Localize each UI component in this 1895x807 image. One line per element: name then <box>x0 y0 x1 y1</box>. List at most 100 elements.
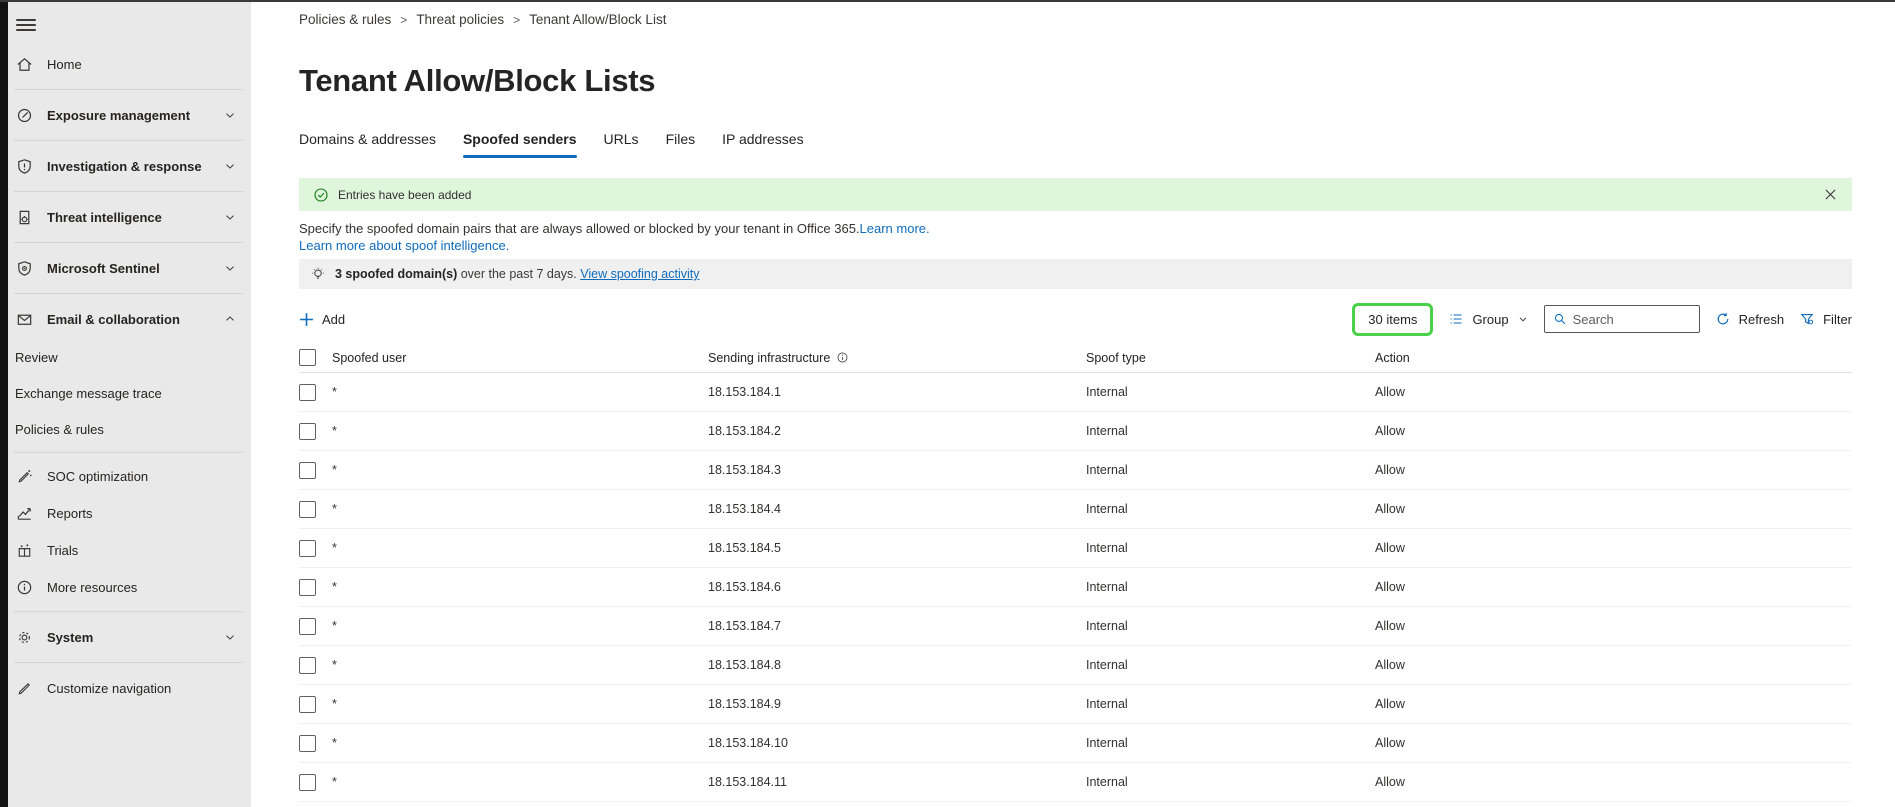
divider <box>14 611 243 612</box>
table-row[interactable]: * 18.153.184.5 Internal Allow <box>299 529 1852 568</box>
sentinel-shield-eye-icon <box>14 258 35 279</box>
learn-more-link[interactable]: Learn more. <box>860 221 930 236</box>
chevron-down-icon <box>223 108 237 122</box>
row-checkbox[interactable] <box>299 657 316 674</box>
table-row[interactable]: * 18.153.184.10 Internal Allow <box>299 724 1852 763</box>
column-header-spoof-type[interactable]: Spoof type <box>1086 351 1375 365</box>
column-header-action[interactable]: Action <box>1375 351 1852 365</box>
search-input[interactable] <box>1573 312 1683 327</box>
row-checkbox[interactable] <box>299 423 316 440</box>
spoofed-senders-table: Spoofed user Sending infrastructure Spoo… <box>299 343 1852 802</box>
info-icon[interactable] <box>836 351 849 364</box>
soc-optimization-icon <box>14 466 35 487</box>
breadcrumb: Policies & rules > Threat policies > Ten… <box>299 12 1852 27</box>
row-checkbox[interactable] <box>299 540 316 557</box>
select-all-checkbox[interactable] <box>299 349 316 366</box>
breadcrumb-threat-policies[interactable]: Threat policies <box>416 12 504 27</box>
tab-ip-addresses[interactable]: IP addresses <box>722 131 803 158</box>
breadcrumb-separator: > <box>513 13 520 27</box>
page-description: Specify the spoofed domain pairs that ar… <box>299 220 1852 254</box>
row-checkbox[interactable] <box>299 579 316 596</box>
table-row[interactable]: * 18.153.184.4 Internal Allow <box>299 490 1852 529</box>
sidebar-item-home[interactable]: Home <box>8 44 251 84</box>
sidebar-item-review[interactable]: Review <box>8 339 251 375</box>
table-row[interactable]: * 18.153.184.9 Internal Allow <box>299 685 1852 724</box>
highlight-annotation: 30 items <box>1352 303 1433 336</box>
table-header: Spoofed user Sending infrastructure Spoo… <box>299 343 1852 373</box>
description-text: Specify the spoofed domain pairs that ar… <box>299 221 860 236</box>
lightbulb-icon <box>310 266 326 282</box>
divider <box>14 191 243 192</box>
sidebar-item-email-collaboration[interactable]: Email & collaboration <box>8 299 251 339</box>
divider <box>14 242 243 243</box>
sidebar-item-trials[interactable]: Trials <box>8 532 251 569</box>
banner-message: Entries have been added <box>338 188 471 202</box>
group-button[interactable]: Group <box>1448 311 1528 327</box>
breadcrumb-separator: > <box>400 13 407 27</box>
search-icon <box>1553 312 1567 326</box>
sidebar-item-microsoft-sentinel[interactable]: Microsoft Sentinel <box>8 248 251 288</box>
hamburger-menu-icon[interactable] <box>16 16 36 34</box>
sidebar-item-threat-intelligence[interactable]: Threat intelligence <box>8 197 251 237</box>
row-checkbox[interactable] <box>299 774 316 791</box>
sidebar: Home Exposure management Investigation &… <box>8 2 251 807</box>
filter-button[interactable]: Filter <box>1799 311 1852 327</box>
sidebar-item-investigation-response[interactable]: Investigation & response <box>8 146 251 186</box>
divider <box>14 662 243 663</box>
tab-files[interactable]: Files <box>666 131 696 158</box>
exposure-management-icon <box>14 105 35 126</box>
table-row[interactable]: * 18.153.184.1 Internal Allow <box>299 373 1852 412</box>
group-list-icon <box>1448 311 1464 327</box>
chevron-down-icon <box>223 210 237 224</box>
main-content: Policies & rules > Threat policies > Ten… <box>251 2 1895 807</box>
chevron-down-icon <box>1517 313 1529 325</box>
table-row[interactable]: * 18.153.184.11 Internal Allow <box>299 763 1852 802</box>
refresh-button[interactable]: Refresh <box>1715 311 1785 327</box>
shield-alert-icon <box>14 156 35 177</box>
chevron-down-icon <box>223 630 237 644</box>
sidebar-item-system[interactable]: System <box>8 617 251 657</box>
search-box[interactable] <box>1544 305 1700 333</box>
breadcrumb-policies-rules[interactable]: Policies & rules <box>299 12 391 27</box>
pencil-icon <box>14 678 35 699</box>
divider <box>14 140 243 141</box>
tab-domains-addresses[interactable]: Domains & addresses <box>299 131 436 158</box>
insight-bar: 3 spoofed domain(s) over the past 7 days… <box>299 259 1852 289</box>
breadcrumb-current-page: Tenant Allow/Block List <box>529 12 666 27</box>
tab-spoofed-senders[interactable]: Spoofed senders <box>463 131 577 158</box>
table-row[interactable]: * 18.153.184.8 Internal Allow <box>299 646 1852 685</box>
close-icon[interactable] <box>1822 187 1838 203</box>
sidebar-item-policies-rules[interactable]: Policies & rules <box>8 411 251 447</box>
sidebar-item-exchange-message-trace[interactable]: Exchange message trace <box>8 375 251 411</box>
divider <box>14 89 243 90</box>
row-checkbox[interactable] <box>299 618 316 635</box>
row-checkbox[interactable] <box>299 696 316 713</box>
view-spoofing-activity-link[interactable]: View spoofing activity <box>580 267 699 281</box>
chevron-up-icon <box>223 312 237 326</box>
column-header-spoofed-user[interactable]: Spoofed user <box>332 351 708 365</box>
table-row[interactable]: * 18.153.184.3 Internal Allow <box>299 451 1852 490</box>
row-checkbox[interactable] <box>299 735 316 752</box>
threat-intelligence-icon <box>14 207 35 228</box>
sidebar-item-more-resources[interactable]: More resources <box>8 569 251 606</box>
mail-icon <box>14 309 35 330</box>
sidebar-item-soc-optimization[interactable]: SOC optimization <box>8 458 251 495</box>
row-checkbox[interactable] <box>299 462 316 479</box>
chevron-down-icon <box>223 159 237 173</box>
table-row[interactable]: * 18.153.184.2 Internal Allow <box>299 412 1852 451</box>
page-title: Tenant Allow/Block Lists <box>299 63 1852 99</box>
sidebar-item-reports[interactable]: Reports <box>8 495 251 532</box>
spoof-intelligence-link[interactable]: Learn more about spoof intelligence. <box>299 238 509 253</box>
row-checkbox[interactable] <box>299 501 316 518</box>
table-row[interactable]: * 18.153.184.6 Internal Allow <box>299 568 1852 607</box>
row-checkbox[interactable] <box>299 384 316 401</box>
reports-chart-icon <box>14 503 35 524</box>
column-header-sending-infrastructure[interactable]: Sending infrastructure <box>708 351 830 365</box>
tab-urls[interactable]: URLs <box>604 131 639 158</box>
add-button[interactable]: Add <box>299 312 345 327</box>
table-row[interactable]: * 18.153.184.7 Internal Allow <box>299 607 1852 646</box>
toolbar: Add 30 items Group Refresh Filter <box>299 301 1852 337</box>
sidebar-item-exposure-management[interactable]: Exposure management <box>8 95 251 135</box>
sidebar-item-customize-navigation[interactable]: Customize navigation <box>8 668 251 708</box>
plus-icon <box>299 312 314 327</box>
